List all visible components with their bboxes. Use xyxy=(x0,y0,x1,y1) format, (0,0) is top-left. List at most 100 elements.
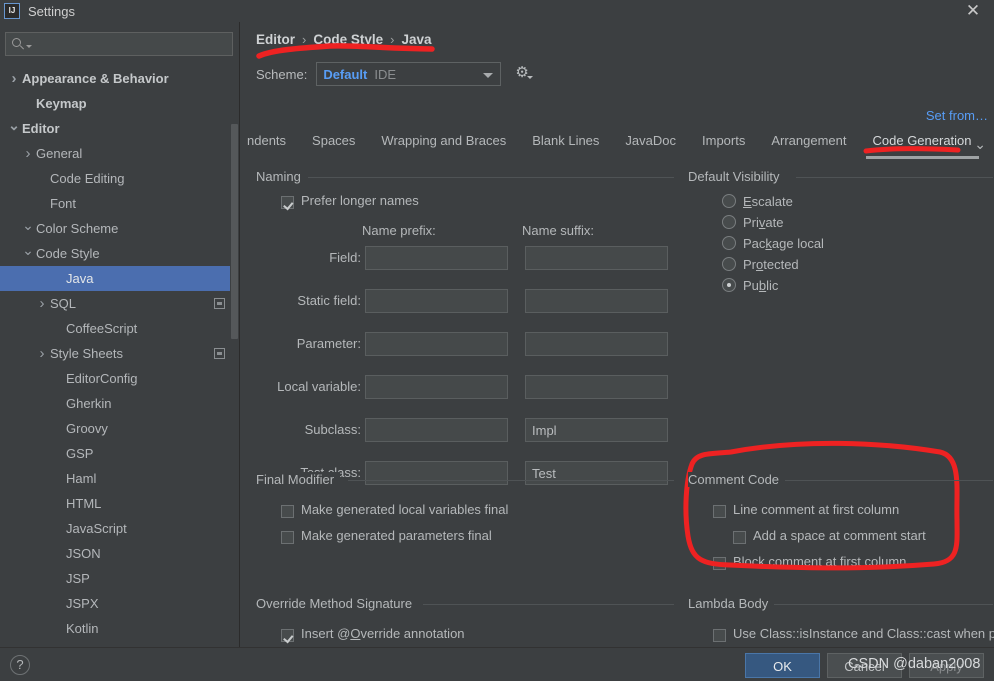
tab-wrapping-and-braces[interactable]: Wrapping and Braces xyxy=(368,129,519,159)
lambda-body-checkbox-0[interactable] xyxy=(713,629,726,642)
sidebar-item-appearance-behavior[interactable]: Appearance & Behavior xyxy=(0,66,239,91)
dialog-footer: ? OK Cancel Apply xyxy=(0,647,994,681)
sidebar-item-label: SQL xyxy=(50,296,77,311)
sidebar-item-jsp[interactable]: JSP xyxy=(0,566,239,591)
scheme-settings-button[interactable]: ⚙ xyxy=(515,65,534,83)
sidebar-item-groovy[interactable]: Groovy xyxy=(0,416,239,441)
naming-suffix-input[interactable] xyxy=(525,375,668,399)
naming-suffix-input[interactable] xyxy=(525,246,668,270)
breadcrumb-item-code-style[interactable]: Code Style xyxy=(313,32,383,47)
breadcrumb-item-java[interactable]: Java xyxy=(401,32,431,47)
comment-code-checkbox-1[interactable] xyxy=(733,531,746,544)
sidebar-item-label: Gherkin xyxy=(66,396,112,411)
breadcrumb: Editor › Code Style › Java xyxy=(256,32,432,47)
lambda-body-group-title: Lambda Body xyxy=(688,596,775,611)
tab-imports[interactable]: Imports xyxy=(689,129,758,159)
sidebar-item-keymap[interactable]: Keymap xyxy=(0,91,239,116)
ok-button[interactable]: OK xyxy=(745,653,820,678)
tab-ndents[interactable]: ndents xyxy=(247,129,299,159)
final-modifier-label: Make generated local variables final xyxy=(301,502,509,517)
naming-prefix-input[interactable] xyxy=(365,289,508,313)
settings-tree[interactable]: Appearance & Behavior Keymap Editor General… xyxy=(0,66,239,647)
breadcrumb-separator: › xyxy=(302,32,307,47)
chevron-right-icon[interactable] xyxy=(36,346,48,361)
code-generation-panel: Naming Prefer longer names Name prefix: … xyxy=(241,161,994,647)
naming-prefix-input[interactable] xyxy=(365,375,508,399)
chevron-down-icon[interactable] xyxy=(22,246,34,261)
tab-spaces[interactable]: Spaces xyxy=(299,129,368,159)
naming-suffix-input[interactable]: Impl xyxy=(525,418,668,442)
sidebar-item-label: JSON xyxy=(66,546,101,561)
sidebar-item-jspx[interactable]: JSPX xyxy=(0,591,239,616)
sidebar-scrollbar-track[interactable] xyxy=(230,66,239,647)
sidebar-item-gsp[interactable]: GSP xyxy=(0,441,239,466)
tab-code-generation[interactable]: Code Generation xyxy=(860,129,985,159)
scheme-row: Scheme: Default IDE ⚙ xyxy=(256,62,534,86)
naming-suffix-input[interactable] xyxy=(525,332,668,356)
chevron-down-icon[interactable] xyxy=(8,121,20,136)
close-icon[interactable]: ✕ xyxy=(964,2,982,20)
tab-javadoc[interactable]: JavaDoc xyxy=(612,129,689,159)
help-icon[interactable]: ? xyxy=(10,655,30,675)
search-input[interactable] xyxy=(5,32,233,56)
chevron-down-icon[interactable] xyxy=(22,221,34,236)
comment-code-checkbox-2[interactable] xyxy=(713,557,726,570)
final-modifier-checkbox-1[interactable] xyxy=(281,531,294,544)
sidebar-item-editorconfig[interactable]: EditorConfig xyxy=(0,366,239,391)
tab-arrangement[interactable]: Arrangement xyxy=(758,129,859,159)
chevron-right-icon[interactable] xyxy=(22,146,34,161)
sidebar-item-coffeescript[interactable]: CoffeeScript xyxy=(0,316,239,341)
sidebar-item-code-style[interactable]: Code Style xyxy=(0,241,239,266)
sidebar-item-kotlin[interactable]: Kotlin xyxy=(0,616,239,641)
sidebar-item-html[interactable]: HTML xyxy=(0,491,239,516)
prefer-longer-names-checkbox[interactable] xyxy=(281,196,294,209)
visibility-radio-package-local[interactable] xyxy=(722,236,736,250)
chevron-right-icon[interactable] xyxy=(8,71,20,86)
sidebar-item-style-sheets[interactable]: Style Sheets xyxy=(0,341,239,366)
sidebar-item-label: Code Style xyxy=(36,246,100,261)
sidebar-item-label: GSP xyxy=(66,446,94,461)
naming-suffix-input[interactable]: Test xyxy=(525,461,668,485)
sidebar-item-haml[interactable]: Haml xyxy=(0,466,239,491)
set-from-link[interactable]: Set from… xyxy=(926,108,988,123)
naming-prefix-input[interactable] xyxy=(365,461,508,485)
sidebar-item-javascript[interactable]: JavaScript xyxy=(0,516,239,541)
visibility-radio-private[interactable] xyxy=(722,215,736,229)
sidebar-scrollbar-thumb[interactable] xyxy=(231,124,238,339)
sidebar-item-editor[interactable]: Editor xyxy=(0,116,239,141)
search-filter-chevron-icon[interactable] xyxy=(26,44,32,48)
naming-prefix-input[interactable] xyxy=(365,246,508,270)
scheme-dropdown[interactable]: Default IDE xyxy=(316,62,502,86)
sidebar-item-sql[interactable]: SQL xyxy=(0,291,239,316)
sidebar-item-json[interactable]: JSON xyxy=(0,541,239,566)
naming-suffix-input[interactable] xyxy=(525,289,668,313)
sidebar-item-code-editing[interactable]: Code Editing xyxy=(0,166,239,191)
breadcrumb-item-editor[interactable]: Editor xyxy=(256,32,295,47)
tab-overflow-icon[interactable]: ⌄ xyxy=(974,136,986,153)
naming-prefix-input[interactable] xyxy=(365,332,508,356)
sidebar-item-font[interactable]: Font xyxy=(0,191,239,216)
title-bar: IJ Settings ✕ xyxy=(0,0,994,22)
scheme-value: Default xyxy=(323,66,368,82)
final-modifier-checkbox-0[interactable] xyxy=(281,505,294,518)
name-suffix-header: Name suffix: xyxy=(522,223,595,238)
visibility-radio-label: Private xyxy=(743,215,784,230)
tab-blank-lines[interactable]: Blank Lines xyxy=(519,129,612,159)
sidebar-item-label: Font xyxy=(50,196,77,211)
settings-main-panel: Editor › Code Style › Java Scheme: Default I… xyxy=(241,22,994,669)
override-method-checkbox-0[interactable] xyxy=(281,629,294,642)
sidebar-item-label: JavaScript xyxy=(66,521,127,536)
sidebar-item-java[interactable]: Java xyxy=(0,266,239,291)
sidebar-item-general[interactable]: General xyxy=(0,141,239,166)
app-logo-icon: IJ xyxy=(4,3,20,19)
visibility-radio-public[interactable] xyxy=(722,278,736,292)
visibility-radio-escalate[interactable] xyxy=(722,194,736,208)
sidebar-item-gherkin[interactable]: Gherkin xyxy=(0,391,239,416)
comment-code-checkbox-0[interactable] xyxy=(713,505,726,518)
naming-row-label: Subclass: xyxy=(304,422,361,437)
naming-prefix-input[interactable] xyxy=(365,418,508,442)
sidebar-item-color-scheme[interactable]: Color Scheme xyxy=(0,216,239,241)
visibility-radio-label: Public xyxy=(743,278,779,293)
chevron-right-icon[interactable] xyxy=(36,296,48,311)
visibility-radio-protected[interactable] xyxy=(722,257,736,271)
